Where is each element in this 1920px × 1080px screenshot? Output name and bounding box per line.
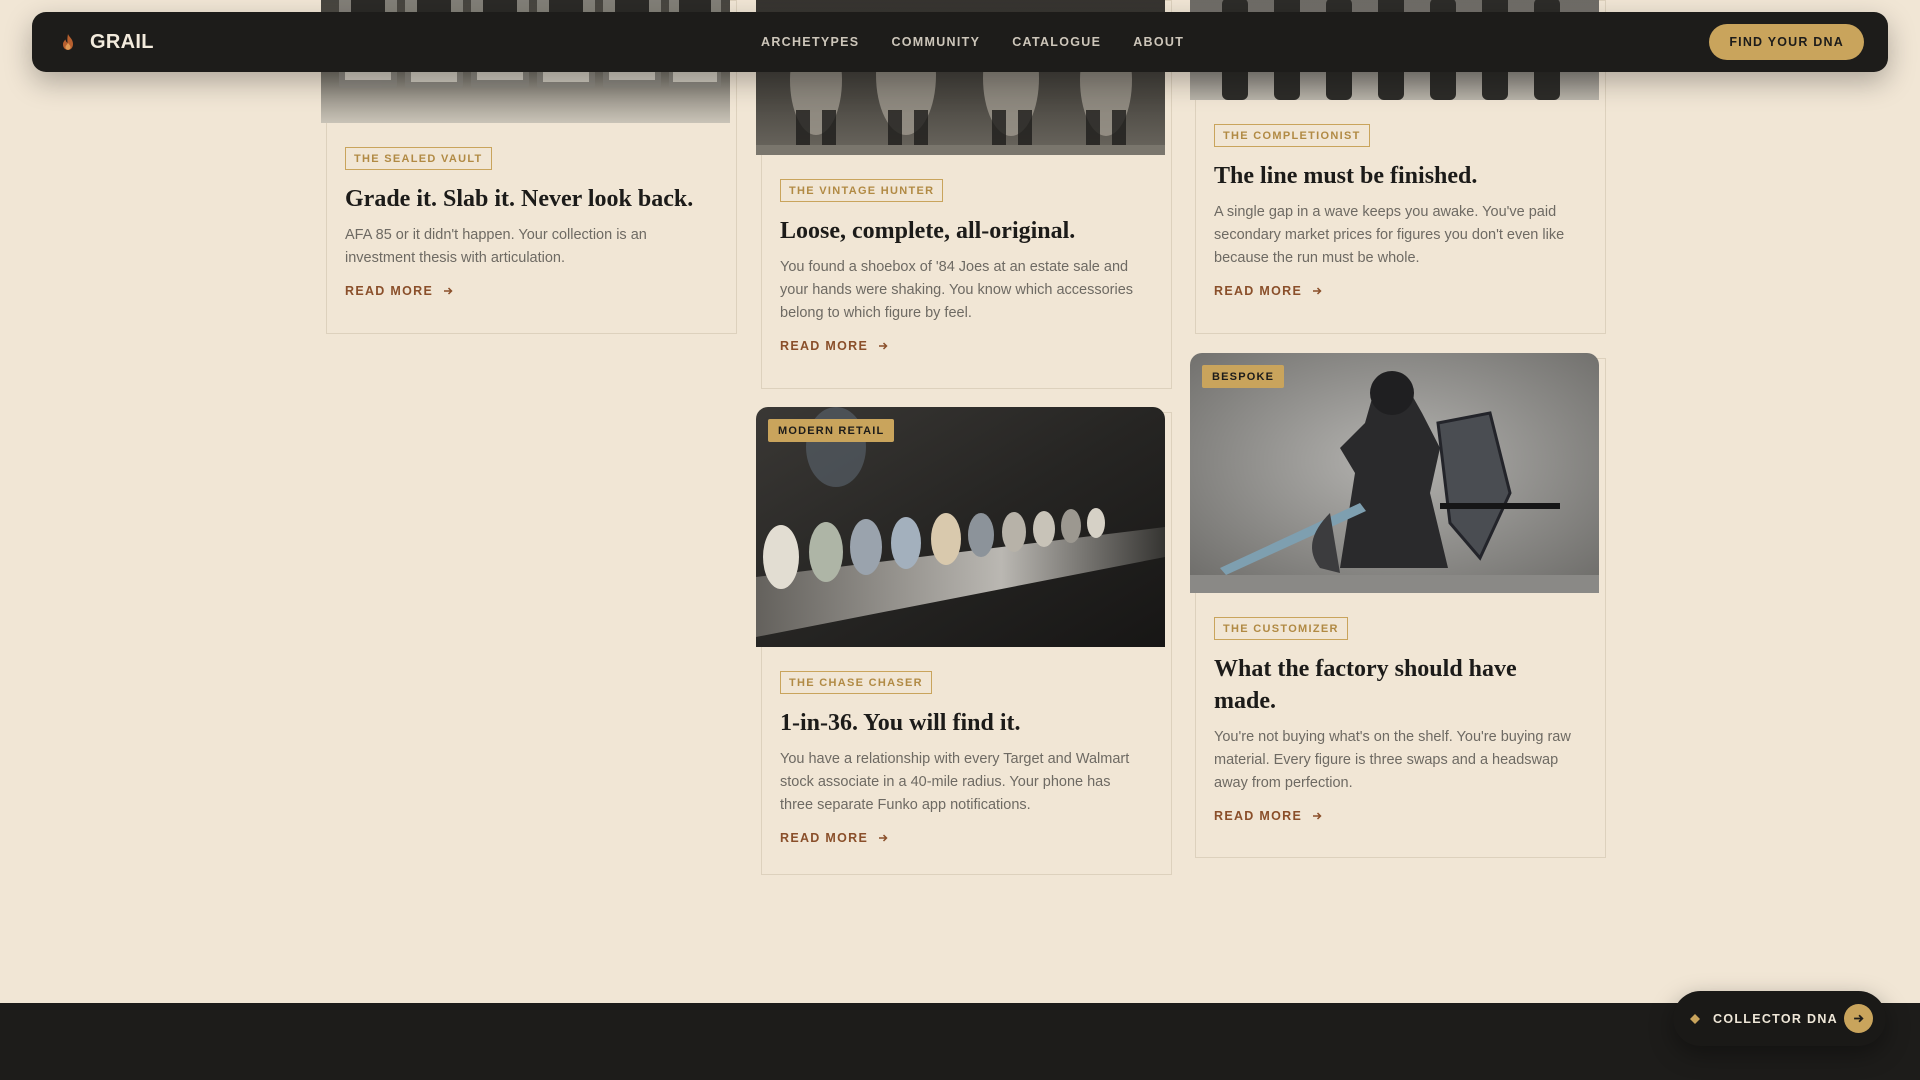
card-description: AFA 85 or it didn't happen. Your collect…: [345, 227, 647, 266]
archetype-card-customizer: BESPOKE THE CUSTOMIZER What the factory …: [1190, 353, 1599, 825]
nav-link-about[interactable]: ABOUT: [1133, 35, 1184, 49]
card-body: THE COMPLETIONIST The line must be finis…: [1190, 100, 1599, 300]
card-body: THE CUSTOMIZER What the factory should h…: [1190, 593, 1599, 825]
nav-link-archetypes[interactable]: ARCHETYPES: [761, 35, 859, 49]
category-badge: BESPOKE: [1202, 365, 1285, 388]
read-more-link[interactable]: READ MORE: [345, 284, 453, 298]
read-more-label: READ MORE: [780, 831, 869, 845]
footer: [0, 1003, 1920, 1080]
nav-link-catalogue[interactable]: CATALOGUE: [1012, 35, 1101, 49]
brand[interactable]: GRAIL: [60, 12, 154, 72]
arrow-right-icon: [1313, 287, 1322, 295]
arrow-right-icon: [879, 342, 888, 350]
samurai-figure-photo: [1190, 353, 1599, 593]
card-title: What the factory should have made.: [1214, 656, 1517, 714]
card-body: THE VINTAGE HUNTER Loose, complete, all-…: [756, 155, 1165, 355]
card-image-samurai-figure: BESPOKE: [1190, 353, 1599, 593]
find-your-dna-button[interactable]: FIND YOUR DNA: [1709, 24, 1864, 60]
archetype-card-chase-chaser: MODERN RETAIL THE CHASE CHASER 1-in-36. …: [756, 407, 1165, 847]
archetype-tag: THE SEALED VAULT: [345, 147, 492, 170]
card-title: Loose, complete, all-original.: [780, 218, 1076, 244]
collector-dna-button[interactable]: COLLECTOR DNA: [1673, 991, 1886, 1046]
card-title: 1-in-36. You will find it.: [780, 710, 1021, 736]
read-more-label: READ MORE: [780, 339, 869, 353]
card-description: You're not buying what's on the shelf. Y…: [1214, 729, 1571, 791]
read-more-link[interactable]: READ MORE: [780, 339, 888, 353]
category-badge: MODERN RETAIL: [768, 419, 895, 442]
top-navbar: GRAIL ARCHETYPES COMMUNITY CATALOGUE ABO…: [32, 12, 1888, 72]
read-more-label: READ MORE: [345, 284, 434, 298]
flame-icon: [63, 34, 73, 50]
arrow-right-icon: [879, 834, 888, 842]
go-button[interactable]: [1844, 1004, 1873, 1033]
card-description: You found a shoebox of '84 Joes at an es…: [780, 259, 1134, 321]
read-more-link[interactable]: READ MORE: [1214, 809, 1322, 823]
archetype-tag: THE VINTAGE HUNTER: [780, 179, 944, 202]
arrow-right-icon: [1313, 812, 1322, 820]
archetype-tag: THE CHASE CHASER: [780, 671, 932, 694]
card-description: A single gap in a wave keeps you awake. …: [1214, 204, 1565, 266]
archetype-tag: THE CUSTOMIZER: [1214, 617, 1348, 640]
card-image-vinyl-figures: MODERN RETAIL: [756, 407, 1165, 647]
read-more-label: READ MORE: [1214, 809, 1303, 823]
card-description: You have a relationship with every Targe…: [780, 751, 1130, 813]
nav-link-community[interactable]: COMMUNITY: [891, 35, 980, 49]
arrow-right-icon: [444, 287, 453, 295]
arrow-right-icon: [1854, 1014, 1864, 1023]
read-more-link[interactable]: READ MORE: [780, 831, 888, 845]
read-more-link[interactable]: READ MORE: [1214, 284, 1322, 298]
brand-name: GRAIL: [90, 30, 154, 53]
main-nav: ARCHETYPES COMMUNITY CATALOGUE ABOUT: [761, 12, 1184, 72]
card-body: THE SEALED VAULT Grade it. Slab it. Neve…: [321, 123, 730, 300]
diamond-icon: [1690, 1013, 1700, 1024]
vinyl-figures-photo: [756, 407, 1165, 647]
archetype-tag: THE COMPLETIONIST: [1214, 124, 1370, 147]
card-title: The line must be finished.: [1214, 163, 1478, 189]
card-title: Grade it. Slab it. Never look back.: [345, 186, 694, 212]
collector-dna-label: COLLECTOR DNA: [1713, 1011, 1838, 1026]
card-body: THE CHASE CHASER 1-in-36. You will find …: [756, 647, 1165, 847]
read-more-label: READ MORE: [1214, 284, 1303, 298]
